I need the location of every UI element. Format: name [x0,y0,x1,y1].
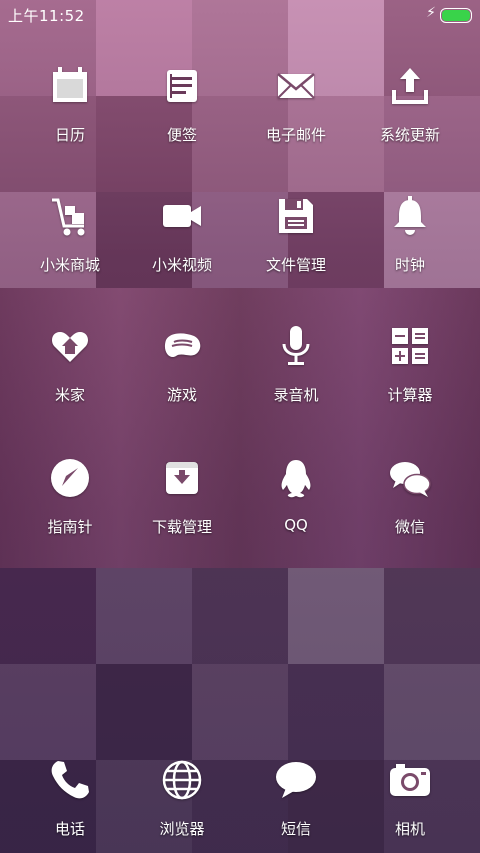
cart-icon [46,192,94,240]
app-wechat[interactable]: 微信 [350,454,470,537]
heart-home-icon [46,322,94,370]
app-notes[interactable]: 便签 [122,62,242,145]
app-label: 计算器 [387,386,433,404]
dock-phone[interactable]: 电话 [10,756,130,839]
app-label: 便签 [166,126,197,144]
bolt-icon: ⚡ [426,5,436,21]
app-label: 系统更新 [379,126,440,144]
notes-icon [158,62,206,110]
app-label: 日历 [54,126,85,144]
app-recorder[interactable]: 录音机 [236,322,356,405]
app-calendar[interactable]: 日历 [10,62,130,145]
status-bar: 上午11:52 ⚡ [0,0,480,28]
floppy-disk-icon [272,192,320,240]
app-games[interactable]: 游戏 [122,322,242,405]
camera-icon [386,756,434,804]
compass-icon [46,454,94,502]
app-label: 米家 [54,386,85,404]
calculator-icon [386,322,434,370]
app-label: 微信 [394,518,425,536]
app-label: 下载管理 [151,518,212,536]
app-download-manager[interactable]: 下载管理 [122,454,242,537]
dock-messages[interactable]: 短信 [236,756,356,839]
app-system-update[interactable]: 系统更新 [350,62,470,145]
penguin-icon [272,454,320,502]
app-label: 短信 [280,820,311,838]
globe-icon [158,756,206,804]
app-mi-store[interactable]: 小米商城 [10,192,130,275]
chat-bubbles-icon [386,454,434,502]
status-time: 上午11:52 [8,7,85,25]
download-box-icon [158,454,206,502]
app-clock[interactable]: 时钟 [350,192,470,275]
gamepad-icon [158,322,206,370]
app-mi-video[interactable]: 小米视频 [122,192,242,275]
app-label: 浏览器 [159,820,205,838]
app-label: 指南针 [47,518,93,536]
app-mijia[interactable]: 米家 [10,322,130,405]
app-file-manager[interactable]: 文件管理 [236,192,356,275]
app-label: 相机 [394,820,425,838]
bell-icon [386,192,434,240]
calendar-icon [46,62,94,110]
app-label: 电子邮件 [265,126,326,144]
app-email[interactable]: 电子邮件 [236,62,356,145]
app-label: 小米视频 [151,256,212,274]
app-label: 文件管理 [265,256,326,274]
app-calculator[interactable]: 计算器 [350,322,470,405]
app-label: 小米商城 [39,256,100,274]
upload-icon [386,62,434,110]
phone-icon [46,756,94,804]
envelope-icon [272,62,320,110]
app-label: QQ [284,516,308,534]
dock-camera[interactable]: 相机 [350,756,470,839]
message-bubble-icon [272,756,320,804]
app-label: 录音机 [273,386,319,404]
battery-icon [440,8,472,23]
app-label: 电话 [54,820,85,838]
microphone-icon [272,322,320,370]
dock-browser[interactable]: 浏览器 [122,756,242,839]
app-compass[interactable]: 指南针 [10,454,130,537]
video-camera-icon [158,192,206,240]
app-label: 时钟 [394,256,425,274]
app-label: 游戏 [166,386,197,404]
app-qq[interactable]: QQ [236,454,356,534]
